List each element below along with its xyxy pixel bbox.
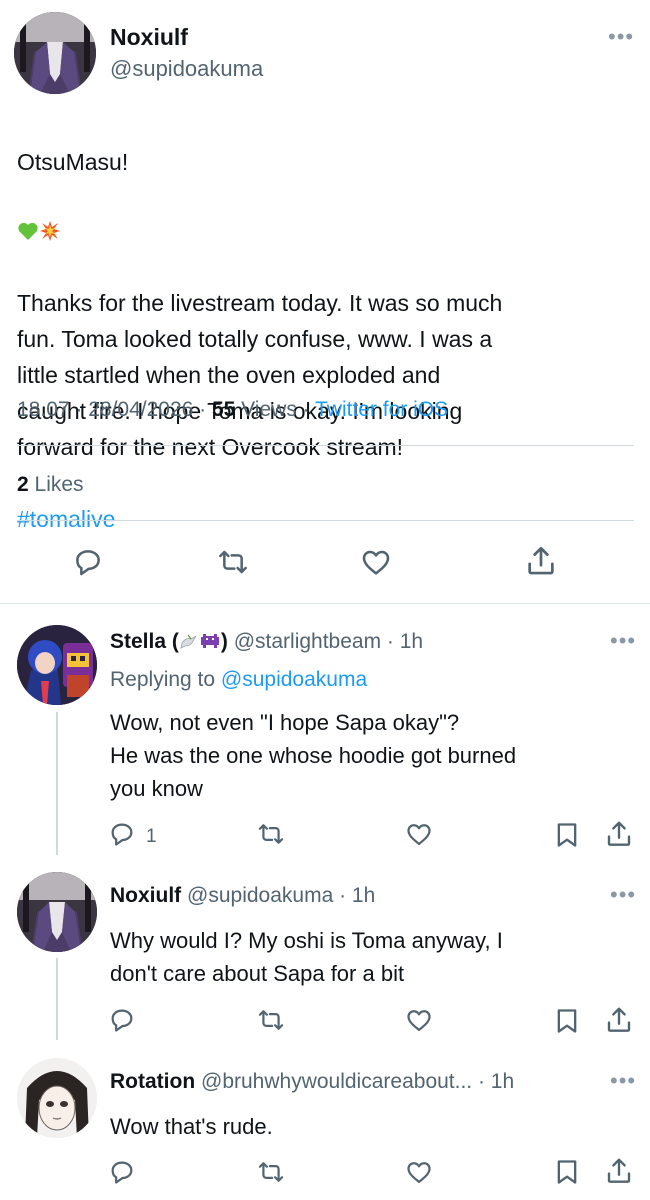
reply-text: Wow, not even "I hope Sapa okay"? He was… (110, 710, 517, 801)
replying-to-link[interactable]: @supidoakuma (221, 668, 367, 691)
retweet-icon[interactable] (256, 820, 286, 848)
collision-emoji-icon (39, 180, 61, 241)
section-divider (0, 603, 650, 604)
retweet-icon[interactable] (256, 1006, 286, 1034)
bookmark-icon[interactable] (553, 820, 581, 850)
reply-handle-time[interactable]: @bruhwhywouldicareabout... · 1h (201, 1070, 514, 1093)
reply-header: Noxiulf @supidoakuma · 1h (110, 884, 375, 908)
more-options-icon[interactable]: ••• (610, 630, 636, 652)
reply-author-name[interactable]: Stella () (110, 630, 228, 653)
likes-summary[interactable]: 2 Likes (17, 473, 84, 497)
divider (17, 445, 634, 446)
share-icon[interactable] (524, 544, 558, 578)
tweet-source-link[interactable]: Twitter for iOS (315, 398, 448, 421)
bookmark-icon[interactable] (553, 1157, 581, 1187)
replying-to: Replying to @supidoakuma (110, 668, 368, 691)
reply-icon[interactable] (108, 820, 136, 848)
reply-text: Why would I? My oshi is Toma anyway, I d… (110, 928, 503, 986)
retweet-icon[interactable] (216, 546, 250, 578)
author-avatar[interactable] (14, 12, 96, 94)
alien-monster-emoji-icon (199, 631, 221, 651)
reply-avatar[interactable] (17, 625, 97, 705)
divider (17, 520, 634, 521)
reply-avatar[interactable] (17, 1058, 97, 1138)
hashtag-link[interactable]: #tomalive (17, 501, 637, 537)
author-name[interactable]: Noxiulf (110, 24, 188, 51)
reply-avatar[interactable] (17, 872, 97, 952)
tweet-timestamp: 18.07 · 28/04/2026 · (17, 398, 212, 421)
share-icon[interactable] (604, 1005, 634, 1035)
likes-label: Likes (28, 473, 84, 496)
reply-count: 1 (146, 826, 157, 847)
author-handle[interactable]: @supidoakuma (110, 56, 263, 82)
like-icon[interactable] (404, 1006, 434, 1034)
likes-count: 2 (17, 473, 29, 496)
reply-icon[interactable] (108, 1158, 136, 1186)
dove-emoji-icon (179, 631, 199, 651)
like-icon[interactable] (404, 1158, 434, 1186)
bookmark-icon[interactable] (553, 1006, 581, 1036)
like-icon[interactable] (359, 546, 393, 578)
reply-handle-time[interactable]: @starlightbeam · 1h (234, 630, 423, 653)
thread-connector (56, 958, 58, 1040)
reply-icon[interactable] (72, 546, 104, 578)
tweet-greeting: OtsuMasu! (17, 149, 129, 175)
tweet-text: Thanks for the livestream today. It was … (17, 290, 503, 460)
green-heart-emoji-icon (17, 180, 39, 240)
more-options-icon[interactable]: ••• (608, 26, 634, 48)
reply-author-name[interactable]: Rotation (110, 1070, 195, 1093)
share-icon[interactable] (604, 1156, 634, 1186)
more-options-icon[interactable]: ••• (610, 884, 636, 906)
views-label: Views · (235, 398, 316, 421)
reply-header: Rotation @bruhwhywouldicareabout... · 1h (110, 1070, 514, 1094)
more-options-icon[interactable]: ••• (610, 1070, 636, 1092)
reply-text: Wow that's rude. (110, 1114, 273, 1139)
retweet-icon[interactable] (256, 1158, 286, 1186)
tweet-body: OtsuMasu! Thanks for the livestream toda… (17, 108, 637, 573)
reply-handle-time[interactable]: @supidoakuma · 1h (187, 884, 375, 907)
reply-icon[interactable] (108, 1006, 136, 1034)
reply-author-name[interactable]: Noxiulf (110, 884, 181, 907)
like-icon[interactable] (404, 820, 434, 848)
thread-connector (56, 712, 58, 855)
reply-header: Stella () @starlightbeam · 1h (110, 630, 423, 654)
share-icon[interactable] (604, 819, 634, 849)
views-count: 55 (211, 398, 236, 421)
tweet-meta: 18.07 · 28/04/2026 · 55 Views · Twitter … (17, 398, 448, 422)
